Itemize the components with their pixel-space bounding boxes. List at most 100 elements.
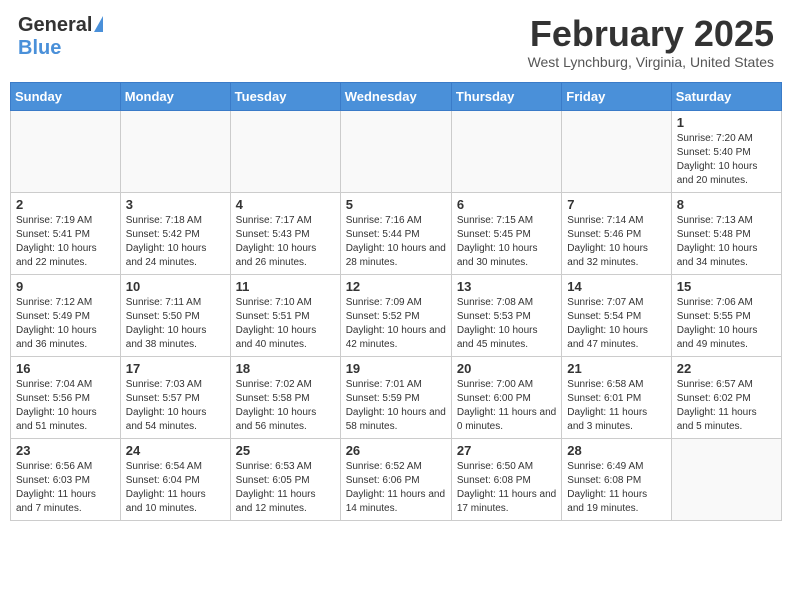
logo-blue-text: Blue [18,37,61,59]
calendar-header-row: SundayMondayTuesdayWednesdayThursdayFrid… [11,82,782,110]
day-number: 12 [346,279,446,294]
day-info: Sunrise: 7:13 AM Sunset: 5:48 PM Dayligh… [677,214,776,270]
day-number: 20 [457,361,556,376]
day-number: 10 [126,279,225,294]
day-number: 22 [677,361,776,376]
day-number: 1 [677,115,776,130]
day-number: 17 [126,361,225,376]
calendar-week-1: 1 Sunrise: 7:20 AM Sunset: 5:40 PM Daylig… [11,110,782,192]
column-header-sunday: Sunday [11,82,121,110]
day-number: 7 [567,197,665,212]
day-info: Sunrise: 7:00 AM Sunset: 6:00 PM Dayligh… [457,378,556,434]
day-number: 25 [236,443,335,458]
day-info: Sunrise: 6:58 AM Sunset: 6:01 PM Dayligh… [567,378,665,434]
calendar-cell: 9 Sunrise: 7:12 AM Sunset: 5:49 PM Daylig… [11,274,121,356]
month-title: February 2025 [528,14,774,54]
day-info: Sunrise: 7:09 AM Sunset: 5:52 PM Dayligh… [346,296,446,352]
calendar-cell: 3 Sunrise: 7:18 AM Sunset: 5:42 PM Daylig… [120,192,230,274]
day-number: 14 [567,279,665,294]
logo: General Blue [18,14,103,60]
calendar-cell: 24 Sunrise: 6:54 AM Sunset: 6:04 PM Dayli… [120,438,230,520]
day-info: Sunrise: 7:18 AM Sunset: 5:42 PM Dayligh… [126,214,225,270]
day-info: Sunrise: 7:12 AM Sunset: 5:49 PM Dayligh… [16,296,115,352]
day-number: 6 [457,197,556,212]
calendar-cell [451,110,561,192]
day-info: Sunrise: 7:14 AM Sunset: 5:46 PM Dayligh… [567,214,665,270]
day-number: 28 [567,443,665,458]
day-number: 26 [346,443,446,458]
day-info: Sunrise: 7:07 AM Sunset: 5:54 PM Dayligh… [567,296,665,352]
calendar-cell: 15Sunrise: 7:06 AM Sunset: 5:55 PM Dayli… [671,274,781,356]
day-info: Sunrise: 7:02 AM Sunset: 5:58 PM Dayligh… [236,378,335,434]
day-number: 24 [126,443,225,458]
column-header-tuesday: Tuesday [230,82,340,110]
calendar-cell: 1 Sunrise: 7:20 AM Sunset: 5:40 PM Daylig… [671,110,781,192]
day-number: 15 [677,279,776,294]
day-info: Sunrise: 7:10 AM Sunset: 5:51 PM Dayligh… [236,296,335,352]
day-info: Sunrise: 6:56 AM Sunset: 6:03 PM Dayligh… [16,460,115,516]
calendar-cell: 10 Sunrise: 7:11 AM Sunset: 5:50 PM Dayli… [120,274,230,356]
calendar-cell [120,110,230,192]
calendar-cell: 6 Sunrise: 7:15 AM Sunset: 5:45 PM Daylig… [451,192,561,274]
page-header: General Blue February 2025 West Lynchbur… [10,10,782,74]
calendar-week-3: 9 Sunrise: 7:12 AM Sunset: 5:49 PM Daylig… [11,274,782,356]
calendar-cell: 17 Sunrise: 7:03 AM Sunset: 5:57 PM Dayli… [120,356,230,438]
logo-general-text: General [18,14,92,37]
day-info: Sunrise: 7:04 AM Sunset: 5:56 PM Dayligh… [16,378,115,434]
calendar-week-5: 23 Sunrise: 6:56 AM Sunset: 6:03 PM Dayli… [11,438,782,520]
calendar-cell: 23 Sunrise: 6:56 AM Sunset: 6:03 PM Dayli… [11,438,121,520]
day-number: 23 [16,443,115,458]
column-header-monday: Monday [120,82,230,110]
day-info: Sunrise: 6:54 AM Sunset: 6:04 PM Dayligh… [126,460,225,516]
day-info: Sunrise: 7:17 AM Sunset: 5:43 PM Dayligh… [236,214,335,270]
day-number: 11 [236,279,335,294]
calendar-cell: 2 Sunrise: 7:19 AM Sunset: 5:41 PM Daylig… [11,192,121,274]
column-header-saturday: Saturday [671,82,781,110]
calendar-cell: 27Sunrise: 6:50 AM Sunset: 6:08 PM Dayli… [451,438,561,520]
day-number: 18 [236,361,335,376]
calendar-cell [230,110,340,192]
calendar-cell: 13Sunrise: 7:08 AM Sunset: 5:53 PM Dayli… [451,274,561,356]
day-number: 16 [16,361,115,376]
column-header-friday: Friday [562,82,671,110]
location-text: West Lynchburg, Virginia, United States [528,54,774,70]
day-number: 9 [16,279,115,294]
calendar-body: 1 Sunrise: 7:20 AM Sunset: 5:40 PM Daylig… [11,110,782,520]
calendar-cell: 14 Sunrise: 7:07 AM Sunset: 5:54 PM Dayli… [562,274,671,356]
day-info: Sunrise: 7:01 AM Sunset: 5:59 PM Dayligh… [346,378,446,434]
column-header-wednesday: Wednesday [340,82,451,110]
day-info: Sunrise: 6:57 AM Sunset: 6:02 PM Dayligh… [677,378,776,434]
calendar-cell: 21 Sunrise: 6:58 AM Sunset: 6:01 PM Dayli… [562,356,671,438]
day-info: Sunrise: 7:03 AM Sunset: 5:57 PM Dayligh… [126,378,225,434]
calendar-cell: 25 Sunrise: 6:53 AM Sunset: 6:05 PM Dayli… [230,438,340,520]
day-info: Sunrise: 7:16 AM Sunset: 5:44 PM Dayligh… [346,214,446,270]
day-number: 3 [126,197,225,212]
day-info: Sunrise: 7:20 AM Sunset: 5:40 PM Dayligh… [677,132,776,188]
column-header-thursday: Thursday [451,82,561,110]
calendar-cell: 26 Sunrise: 6:52 AM Sunset: 6:06 PM Dayli… [340,438,451,520]
day-number: 27 [457,443,556,458]
calendar-cell: 18 Sunrise: 7:02 AM Sunset: 5:58 PM Dayli… [230,356,340,438]
calendar-table: SundayMondayTuesdayWednesdayThursdayFrid… [10,82,782,521]
calendar-cell: 12 Sunrise: 7:09 AM Sunset: 5:52 PM Dayli… [340,274,451,356]
calendar-cell: 5 Sunrise: 7:16 AM Sunset: 5:44 PM Daylig… [340,192,451,274]
title-section: February 2025 West Lynchburg, Virginia, … [528,14,774,70]
day-number: 2 [16,197,115,212]
logo-triangle-icon [94,16,103,32]
calendar-cell [11,110,121,192]
day-number: 4 [236,197,335,212]
day-info: Sunrise: 7:15 AM Sunset: 5:45 PM Dayligh… [457,214,556,270]
calendar-cell [562,110,671,192]
day-number: 21 [567,361,665,376]
calendar-cell [671,438,781,520]
day-info: Sunrise: 6:52 AM Sunset: 6:06 PM Dayligh… [346,460,446,516]
day-number: 5 [346,197,446,212]
day-info: Sunrise: 7:19 AM Sunset: 5:41 PM Dayligh… [16,214,115,270]
day-info: Sunrise: 6:53 AM Sunset: 6:05 PM Dayligh… [236,460,335,516]
day-number: 8 [677,197,776,212]
calendar-cell: 22 Sunrise: 6:57 AM Sunset: 6:02 PM Dayli… [671,356,781,438]
calendar-week-4: 16 Sunrise: 7:04 AM Sunset: 5:56 PM Dayli… [11,356,782,438]
calendar-week-2: 2 Sunrise: 7:19 AM Sunset: 5:41 PM Daylig… [11,192,782,274]
calendar-cell: 16 Sunrise: 7:04 AM Sunset: 5:56 PM Dayli… [11,356,121,438]
day-info: Sunrise: 7:11 AM Sunset: 5:50 PM Dayligh… [126,296,225,352]
